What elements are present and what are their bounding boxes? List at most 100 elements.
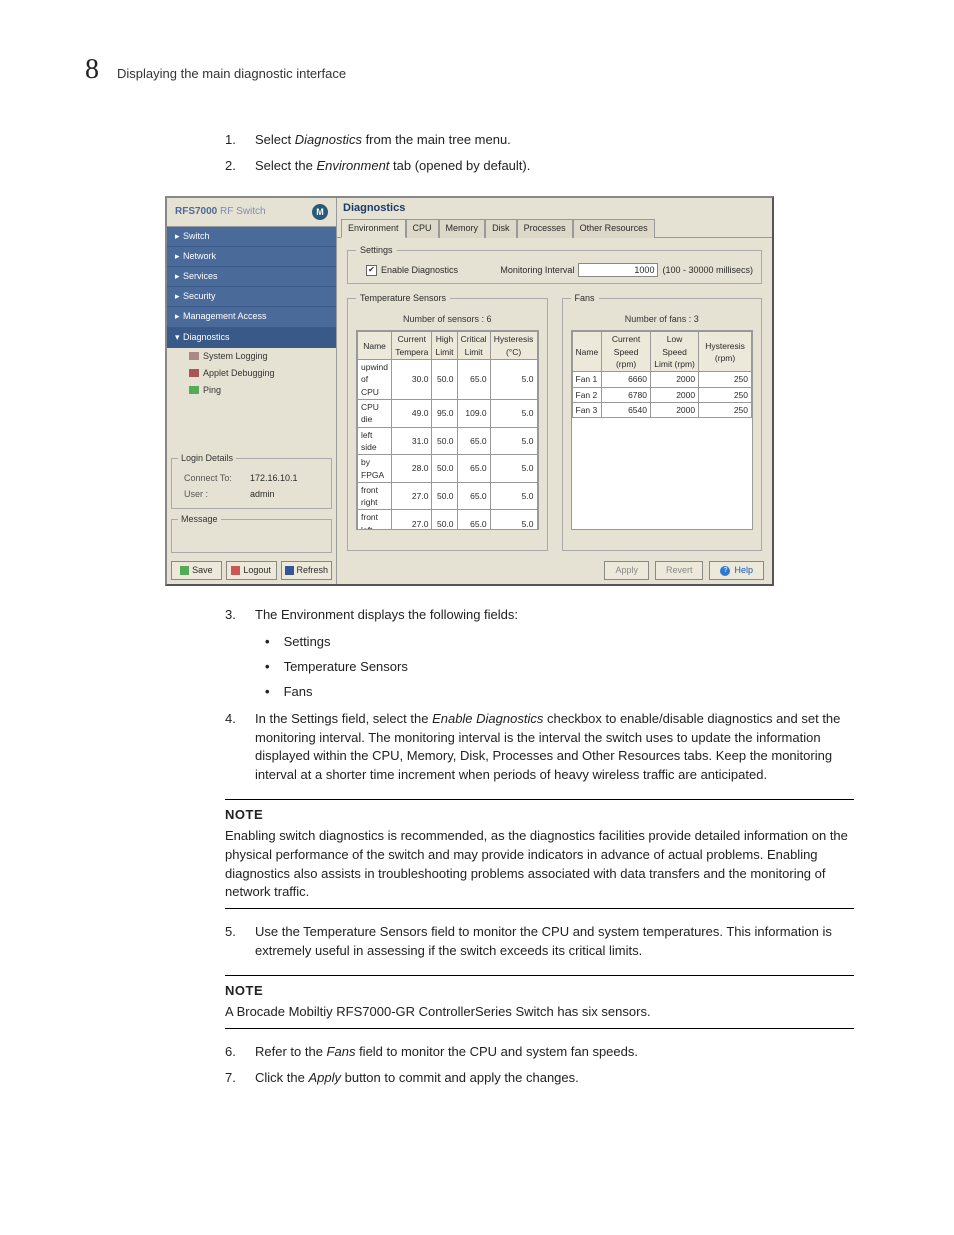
cell: 2000 <box>651 372 699 387</box>
cell: 30.0 <box>392 360 432 400</box>
connect-label: Connect To: <box>184 472 244 485</box>
sidebar-buttons: Save Logout Refresh <box>167 557 336 584</box>
step-2: 2. Select the Environment tab (opened by… <box>225 157 854 176</box>
tab-memory[interactable]: Memory <box>439 219 486 238</box>
tab-disk[interactable]: Disk <box>485 219 517 238</box>
label: Help <box>734 564 753 577</box>
cell: Fan 1 <box>572 372 602 387</box>
help-button[interactable]: ?Help <box>709 561 764 580</box>
tab-other[interactable]: Other Resources <box>573 219 655 238</box>
col-name[interactable]: Name <box>572 332 602 372</box>
emphasis: Fans <box>327 1044 356 1059</box>
step-num: 4. <box>225 710 243 785</box>
cell: 250 <box>699 387 752 402</box>
emphasis: Environment <box>316 158 389 173</box>
tab-cpu[interactable]: CPU <box>406 219 439 238</box>
cell: 250 <box>699 372 752 387</box>
legend: Message <box>178 513 221 526</box>
cell: 50.0 <box>432 510 457 530</box>
cell: 5.0 <box>490 399 537 427</box>
fans-fieldset: Fans Number of fans : 3 Name Current Spe… <box>562 292 763 551</box>
col-critical[interactable]: Critical Limit <box>457 332 490 360</box>
revert-button[interactable]: Revert <box>655 561 704 580</box>
text: from the main tree menu. <box>362 132 511 147</box>
tree-item-diagnostics[interactable]: ▾Diagnostics <box>167 328 336 348</box>
table-row[interactable]: Fan 267802000250 <box>572 387 752 402</box>
label: Management Access <box>183 311 267 321</box>
legend: Login Details <box>178 452 236 465</box>
label: Network <box>183 251 216 261</box>
action-row: Apply Revert ?Help <box>337 557 772 584</box>
tree-item-switch[interactable]: ▸Switch <box>167 227 336 247</box>
tree-item-services[interactable]: ▸Services <box>167 267 336 287</box>
label: Enable Diagnostics <box>381 264 458 277</box>
apply-button[interactable]: Apply <box>604 561 649 580</box>
label: Logout <box>243 564 271 577</box>
note-body: Enabling switch diagnostics is recommend… <box>225 827 854 902</box>
cell: 28.0 <box>392 455 432 483</box>
temp-sensors-table: Name Current Tempera High Limit Critical… <box>357 331 538 530</box>
step-num: 6. <box>225 1043 243 1062</box>
table-row[interactable]: CPU die49.095.0109.05.0 <box>358 399 538 427</box>
tree-item-security[interactable]: ▸Security <box>167 287 336 307</box>
table-row[interactable]: Fan 166602000250 <box>572 372 752 387</box>
enable-diagnostics-checkbox[interactable]: ✔ Enable Diagnostics <box>366 264 458 277</box>
table-row[interactable]: front left27.050.065.05.0 <box>358 510 538 530</box>
cell: 65.0 <box>457 482 490 510</box>
step-6: 6. Refer to the Fans field to monitor th… <box>225 1043 854 1062</box>
text: Select the <box>255 158 316 173</box>
save-button[interactable]: Save <box>171 561 222 580</box>
diagnostics-screenshot: RFS7000 RF Switch M ▸Switch ▸Network ▸Se… <box>165 196 774 586</box>
step-text: The Environment displays the following f… <box>255 606 518 625</box>
step-num: 3. <box>225 606 243 625</box>
monitoring-interval-hint: (100 - 30000 millisecs) <box>662 264 753 277</box>
cell: 95.0 <box>432 399 457 427</box>
cell: 5.0 <box>490 427 537 455</box>
tab-processes[interactable]: Processes <box>517 219 573 238</box>
ping-icon <box>189 386 199 394</box>
table-row[interactable]: left side31.050.065.05.0 <box>358 427 538 455</box>
tree-item-network[interactable]: ▸Network <box>167 247 336 267</box>
col-low[interactable]: Low Speed Limit (rpm) <box>651 332 699 372</box>
logout-icon <box>231 566 240 575</box>
col-name[interactable]: Name <box>358 332 392 360</box>
tree-sub-ping[interactable]: Ping <box>167 382 336 399</box>
col-hysteresis[interactable]: Hysteresis (°C) <box>490 332 537 360</box>
tree-sub-syslog[interactable]: System Logging <box>167 348 336 365</box>
table-row[interactable]: front right27.050.065.05.0 <box>358 482 538 510</box>
label: Security <box>183 291 216 301</box>
step-1: 1. Select Diagnostics from the main tree… <box>225 131 854 150</box>
tab-environment[interactable]: Environment <box>341 219 406 238</box>
tree-sub-applet[interactable]: Applet Debugging <box>167 365 336 382</box>
doc-icon <box>189 352 199 360</box>
refresh-icon <box>285 566 294 575</box>
step-text: Click the Apply button to commit and app… <box>255 1069 579 1088</box>
refresh-button[interactable]: Refresh <box>281 561 333 580</box>
step-text: Refer to the Fans field to monitor the C… <box>255 1043 638 1062</box>
emphasis: Diagnostics <box>295 132 362 147</box>
col-current[interactable]: Current Speed (rpm) <box>602 332 651 372</box>
col-hysteresis[interactable]: Hysteresis (rpm) <box>699 332 752 372</box>
message-box: Message <box>171 513 332 553</box>
col-current[interactable]: Current Tempera <box>392 332 432 360</box>
col-high[interactable]: High Limit <box>432 332 457 360</box>
sensor-count: Number of sensors : 6 <box>356 313 539 326</box>
cell: 6540 <box>602 402 651 417</box>
table-row[interactable]: Fan 365402000250 <box>572 402 752 417</box>
user-label: User : <box>184 488 244 501</box>
logout-button[interactable]: Logout <box>226 561 277 580</box>
label: Save <box>192 564 213 577</box>
cell: 6780 <box>602 387 651 402</box>
bullet-settings: •Settings <box>265 633 854 652</box>
step-text: Select Diagnostics from the main tree me… <box>255 131 511 150</box>
tree-item-mgmt[interactable]: ▸Management Access <box>167 307 336 327</box>
page-header: 8 Displaying the main diagnostic interfa… <box>85 50 854 91</box>
table-row[interactable]: by FPGA28.050.065.05.0 <box>358 455 538 483</box>
label: System Logging <box>203 351 268 361</box>
table-row[interactable]: upwind of CPU30.050.065.05.0 <box>358 360 538 400</box>
cell: 65.0 <box>457 455 490 483</box>
step-num: 1. <box>225 131 243 150</box>
monitoring-interval-input[interactable]: 1000 <box>578 263 658 277</box>
bullet-fans: •Fans <box>265 683 854 702</box>
cell: 65.0 <box>457 360 490 400</box>
